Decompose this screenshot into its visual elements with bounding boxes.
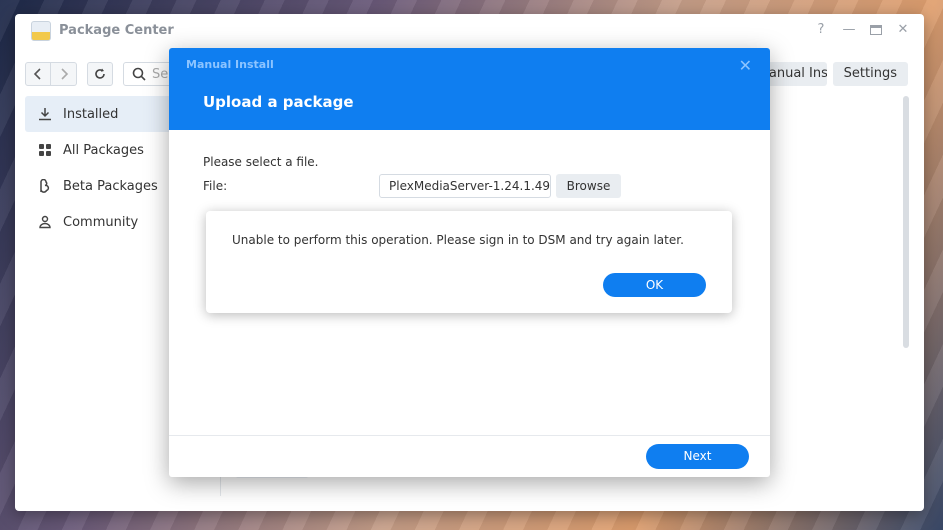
content-scrollbar[interactable] [903,96,909,348]
refresh-icon [95,68,105,79]
file-path-value: PlexMediaServer-1.24.1.49 [389,179,551,193]
back-button[interactable] [25,62,51,86]
sidebar-item-label: All Packages [63,142,144,158]
chevron-left-icon [33,68,41,80]
close-icon[interactable]: ✕ [739,56,752,75]
maximize-icon[interactable] [870,25,882,35]
nav-buttons [25,62,77,88]
dialog-footer-divider [169,435,770,436]
dialog-window-title: Manual Install [186,58,274,71]
community-icon [37,214,53,230]
grid-icon [37,142,53,158]
error-alert-dialog: Unable to perform this operation. Please… [206,211,732,313]
select-file-prompt: Please select a file. [203,155,319,169]
toolbar: Search [25,62,193,88]
alert-message: Unable to perform this operation. Please… [232,233,684,247]
package-center-app-icon [31,21,51,41]
search-icon [132,67,146,81]
window-controls: ? — ✕ [814,22,910,38]
sidebar-item-label: Installed [63,106,119,122]
help-icon[interactable]: ? [814,22,828,38]
settings-button[interactable]: Settings [832,62,908,86]
forward-button[interactable] [51,62,77,86]
toolbar-right-buttons: Manual Install Settings [746,62,908,86]
file-path-field[interactable]: PlexMediaServer-1.24.1.49 [379,174,551,198]
beta-icon [37,178,53,194]
sidebar-item-label: Beta Packages [63,178,158,194]
window-titlebar[interactable]: Package Center ? — ✕ [15,14,924,48]
window-title: Package Center [59,23,174,38]
browse-button[interactable]: Browse [556,174,621,198]
file-label: File: [203,179,228,193]
ok-button[interactable]: OK [603,273,706,297]
chevron-right-icon [60,68,68,80]
download-icon [37,106,53,122]
minimize-icon[interactable]: — [842,22,856,38]
dialog-header: Manual Install ✕ Upload a package [169,48,770,130]
dialog-title: Upload a package [203,93,354,111]
refresh-button[interactable] [87,62,113,86]
next-button[interactable]: Next [646,444,749,469]
close-icon[interactable]: ✕ [896,22,910,38]
sidebar-item-label: Community [63,214,139,230]
